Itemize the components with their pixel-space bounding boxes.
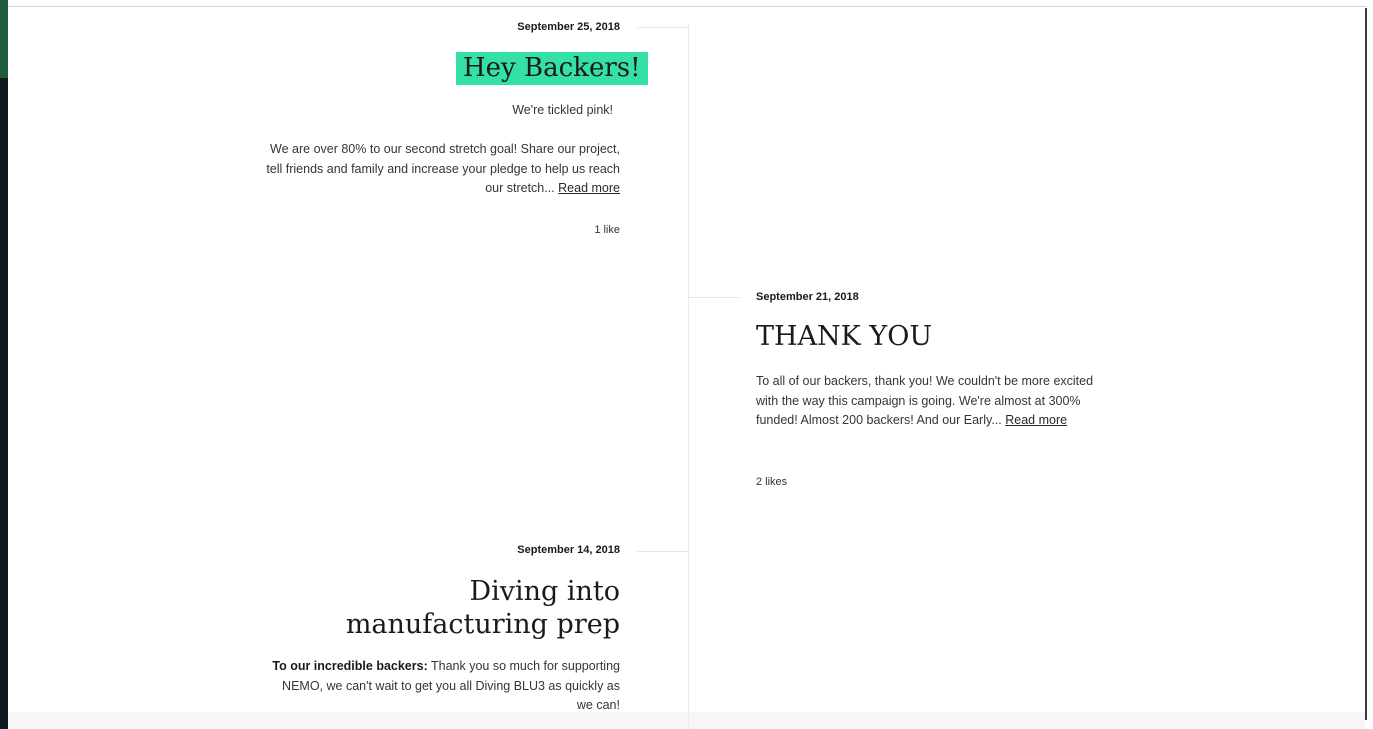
post-title[interactable]: Diving into manufacturing prep bbox=[300, 575, 620, 641]
window-left-edge bbox=[0, 0, 8, 729]
likes-count: 1 like bbox=[594, 224, 620, 236]
post-title[interactable]: Hey Backers! bbox=[456, 52, 648, 85]
bottom-shade bbox=[8, 712, 1365, 729]
post-date: September 21, 2018 bbox=[756, 291, 859, 303]
post-excerpt: To all of our backers, thank you! We cou… bbox=[756, 372, 1101, 431]
read-more-link[interactable]: Read more bbox=[558, 181, 620, 195]
top-divider bbox=[8, 6, 1366, 7]
timeline-spine bbox=[688, 24, 689, 729]
post-title[interactable]: THANK YOU bbox=[756, 321, 932, 354]
scrollbar-track[interactable] bbox=[1365, 8, 1367, 720]
post-subtitle: We're tickled pink! bbox=[512, 103, 613, 117]
post-date: September 14, 2018 bbox=[517, 544, 620, 556]
timeline-connector bbox=[689, 297, 740, 298]
read-more-link[interactable]: Read more bbox=[1005, 413, 1067, 427]
post-excerpt-lead: To our incredible backers: bbox=[272, 659, 428, 673]
timeline-connector bbox=[637, 551, 688, 552]
timeline-connector bbox=[637, 27, 688, 28]
window-accent-strip bbox=[0, 0, 8, 78]
post-excerpt: We are over 80% to our second stretch go… bbox=[262, 140, 620, 199]
browser-viewport: September 25, 2018 Hey Backers! We're ti… bbox=[0, 0, 1373, 729]
post-excerpt: To our incredible backers: Thank you so … bbox=[270, 657, 620, 716]
post-date: September 25, 2018 bbox=[517, 21, 620, 33]
likes-count: 2 likes bbox=[756, 476, 788, 488]
